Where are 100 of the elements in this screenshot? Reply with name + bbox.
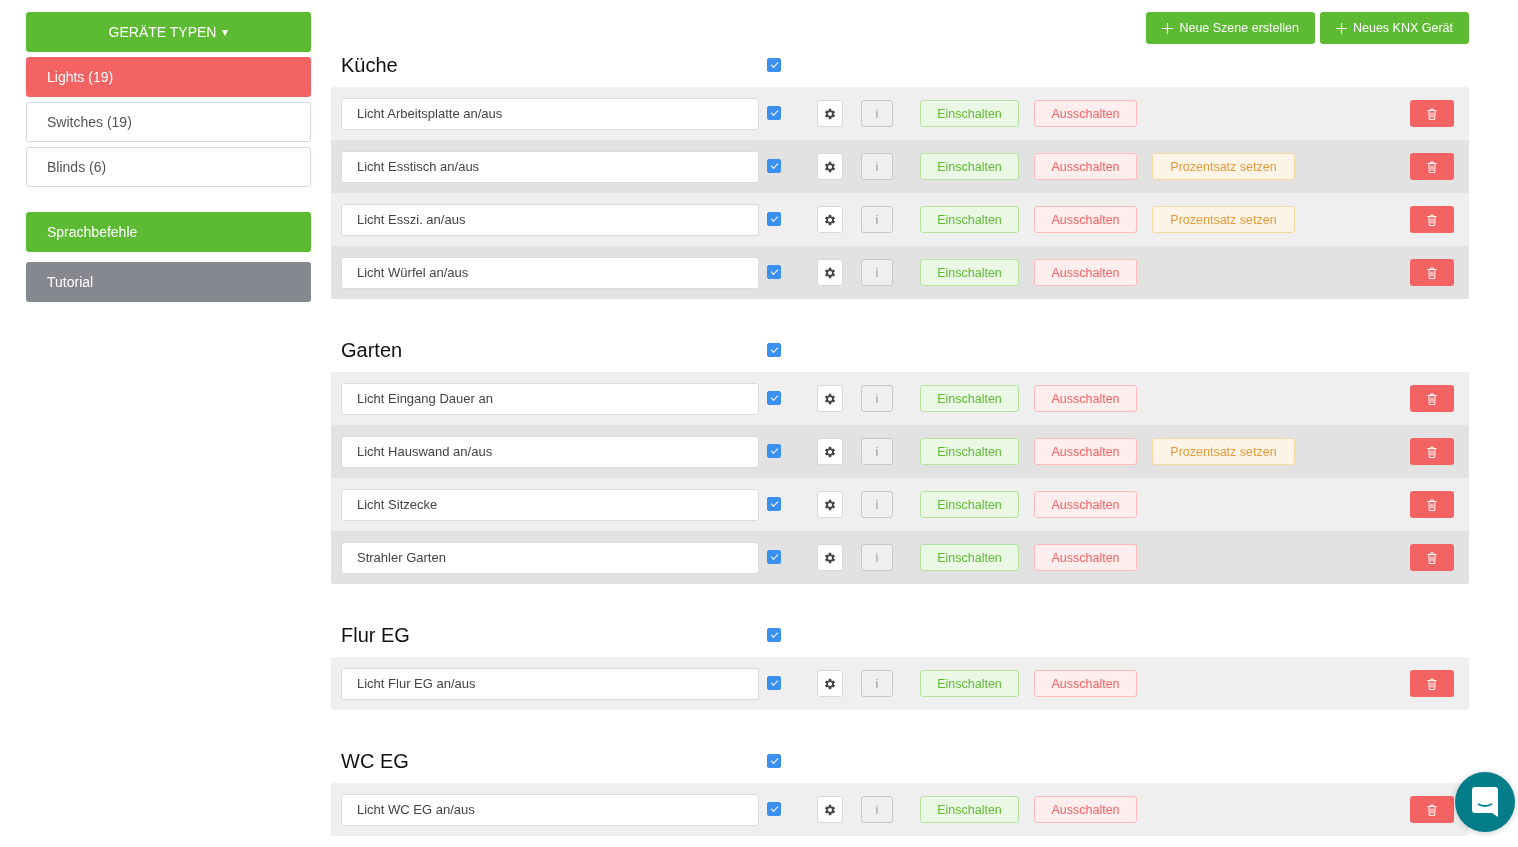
settings-button[interactable] xyxy=(817,206,843,233)
switch-off-button[interactable]: Ausschalten xyxy=(1034,491,1137,518)
checkbox[interactable] xyxy=(767,550,781,564)
switch-on-button[interactable]: Einschalten xyxy=(920,100,1019,127)
name-field[interactable]: Licht Hauswand an/aus xyxy=(341,435,759,468)
info-button[interactable]: i xyxy=(861,491,893,518)
checkbox[interactable] xyxy=(767,159,781,173)
name-field[interactable]: Strahler Garten xyxy=(341,541,759,574)
settings-button[interactable] xyxy=(817,385,843,412)
switch-off-button[interactable]: Ausschalten xyxy=(1034,100,1137,127)
sidebar-item[interactable]: Switches (19) xyxy=(26,102,311,142)
set-percent-button[interactable]: Prozentsatz setzen xyxy=(1152,438,1295,465)
delete-button[interactable] xyxy=(1410,385,1454,412)
sidebar-item[interactable]: Blinds (6) xyxy=(26,147,311,187)
name-field[interactable]: Licht Flur EG an/aus xyxy=(341,667,759,700)
settings-button[interactable] xyxy=(817,670,843,697)
device-types-dropdown[interactable]: GERÄTE TYPEN ▾ xyxy=(26,12,311,52)
set-percent-button[interactable]: Prozentsatz setzen xyxy=(1152,206,1295,233)
gear-icon xyxy=(823,212,837,227)
info-button[interactable]: i xyxy=(861,206,893,233)
switch-off-button[interactable]: Ausschalten xyxy=(1034,544,1137,571)
trash-icon xyxy=(1427,107,1437,120)
settings-button[interactable] xyxy=(817,259,843,286)
sidebar-item[interactable]: Lights (19) xyxy=(26,57,311,97)
info-button[interactable]: i xyxy=(861,153,893,180)
settings-button[interactable] xyxy=(817,438,843,465)
name-field[interactable]: Licht WC EG an/aus xyxy=(341,793,759,826)
info-button[interactable]: i xyxy=(861,670,893,697)
trash-icon xyxy=(1427,213,1437,226)
checkbox[interactable] xyxy=(767,212,781,226)
info-button[interactable]: i xyxy=(861,796,893,823)
settings-button[interactable] xyxy=(817,796,843,823)
delete-button[interactable] xyxy=(1410,259,1454,286)
delete-button[interactable] xyxy=(1410,491,1454,518)
name-field[interactable]: Licht Esszi. an/aus xyxy=(341,203,759,236)
chat-launcher-button[interactable] xyxy=(1455,772,1515,832)
switch-on-button[interactable]: Einschalten xyxy=(920,153,1019,180)
delete-button[interactable] xyxy=(1410,206,1454,233)
gear-icon xyxy=(823,159,837,174)
checkbox[interactable] xyxy=(767,391,781,405)
trash-icon xyxy=(1427,266,1437,279)
switch-off-button[interactable]: Ausschalten xyxy=(1034,438,1137,465)
switch-on-button[interactable]: Einschalten xyxy=(920,259,1019,286)
info-button[interactable]: i xyxy=(861,100,893,127)
settings-button[interactable] xyxy=(817,491,843,518)
checkbox[interactable] xyxy=(767,106,781,120)
delete-button[interactable] xyxy=(1410,670,1454,697)
checkbox[interactable] xyxy=(767,343,781,357)
delete-button[interactable] xyxy=(1410,153,1454,180)
checkbox[interactable] xyxy=(767,802,781,816)
settings-button[interactable] xyxy=(817,153,843,180)
checkbox[interactable] xyxy=(767,754,781,768)
gear-icon xyxy=(823,391,837,406)
plus-icon xyxy=(1162,22,1174,34)
switch-on-button[interactable]: Einschalten xyxy=(920,544,1019,571)
delete-button[interactable] xyxy=(1410,544,1454,571)
name-field[interactable]: Licht Sitzecke xyxy=(341,488,759,521)
gear-icon xyxy=(823,497,837,512)
name-field[interactable]: Licht Esstisch an/aus xyxy=(341,150,759,183)
info-button[interactable]: i xyxy=(861,544,893,571)
checkbox[interactable] xyxy=(767,58,781,72)
name-field[interactable]: Licht Eingang Dauer an xyxy=(341,382,759,415)
info-button[interactable]: i xyxy=(861,438,893,465)
gear-icon xyxy=(823,444,837,459)
switch-off-button[interactable]: Ausschalten xyxy=(1034,206,1137,233)
toolbar-button[interactable]: Neue Szene erstellen xyxy=(1146,12,1315,44)
switch-on-button[interactable]: Einschalten xyxy=(920,385,1019,412)
tutorial-button[interactable]: Tutorial xyxy=(26,262,311,302)
delete-button[interactable] xyxy=(1410,100,1454,127)
checkbox[interactable] xyxy=(767,444,781,458)
settings-button[interactable] xyxy=(817,544,843,571)
switch-on-button[interactable]: Einschalten xyxy=(920,796,1019,823)
group-title: WC EG xyxy=(341,749,410,773)
delete-button[interactable] xyxy=(1410,438,1454,465)
checkbox[interactable] xyxy=(767,497,781,511)
checkbox[interactable] xyxy=(767,628,781,642)
trash-icon xyxy=(1427,445,1437,458)
switch-off-button[interactable]: Ausschalten xyxy=(1034,385,1137,412)
voice-commands-button[interactable]: Sprachbefehle xyxy=(26,212,311,252)
switch-on-button[interactable]: Einschalten xyxy=(920,206,1019,233)
gear-icon xyxy=(823,106,837,121)
name-field[interactable]: Licht Würfel an/aus xyxy=(341,256,759,289)
switch-off-button[interactable]: Ausschalten xyxy=(1034,259,1137,286)
info-button[interactable]: i xyxy=(861,259,893,286)
settings-button[interactable] xyxy=(817,100,843,127)
trash-icon xyxy=(1427,160,1437,173)
checkbox[interactable] xyxy=(767,676,781,690)
name-field[interactable]: Licht Arbeitsplatte an/aus xyxy=(341,97,759,130)
switch-off-button[interactable]: Ausschalten xyxy=(1034,796,1137,823)
delete-button[interactable] xyxy=(1410,796,1454,823)
switch-on-button[interactable]: Einschalten xyxy=(920,438,1019,465)
checkbox[interactable] xyxy=(767,265,781,279)
switch-on-button[interactable]: Einschalten xyxy=(920,670,1019,697)
info-button[interactable]: i xyxy=(861,385,893,412)
switch-off-button[interactable]: Ausschalten xyxy=(1034,153,1137,180)
group-title: Garten xyxy=(341,338,404,362)
toolbar-button[interactable]: Neues KNX Gerät xyxy=(1319,12,1469,44)
switch-off-button[interactable]: Ausschalten xyxy=(1034,670,1137,697)
switch-on-button[interactable]: Einschalten xyxy=(920,491,1019,518)
set-percent-button[interactable]: Prozentsatz setzen xyxy=(1152,153,1295,180)
